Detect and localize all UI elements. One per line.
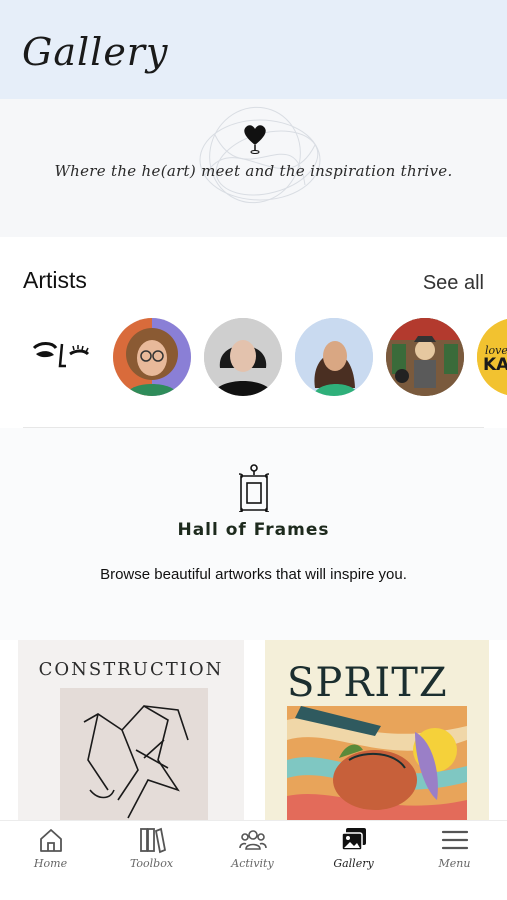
nav-toolbox[interactable]: Toolbox — [101, 821, 202, 900]
nav-menu[interactable]: Menu — [404, 821, 505, 900]
artists-heading: Artists — [23, 267, 87, 293]
nav-label: Home — [33, 857, 68, 870]
heart-icon — [244, 125, 266, 154]
header: Gallery — [0, 0, 507, 99]
nav-home[interactable]: Home — [0, 821, 101, 900]
picture-frame-icon — [238, 464, 270, 512]
person-curly-hair-glasses-icon — [113, 318, 191, 396]
avatar-text-ka: KA — [483, 355, 507, 375]
artist-avatar[interactable] — [113, 318, 191, 396]
see-all-link[interactable]: See all — [423, 272, 484, 295]
hall-of-frames-title: Hall of Frames — [177, 520, 330, 540]
bottom-navigation: Home Toolbox Activity Gallery Menu — [0, 820, 507, 900]
artist-avatar[interactable]: love KA — [477, 318, 507, 396]
person-dark-hair-icon — [204, 318, 282, 396]
artwork-card[interactable]: SPRITZ — [265, 640, 489, 820]
illustrated-character-icon — [386, 318, 464, 396]
nav-label: Gallery — [333, 857, 374, 870]
page-title: Gallery — [22, 30, 169, 74]
nav-activity[interactable]: Activity — [202, 821, 303, 900]
artist-avatar[interactable] — [204, 318, 282, 396]
person-long-hair-green-top-icon — [295, 318, 373, 396]
hall-of-frames-subtitle: Browse beautiful artworks that will insp… — [100, 566, 407, 583]
home-icon — [40, 829, 62, 852]
artwork-card[interactable]: CONSTRUCTION — [18, 640, 244, 820]
artists-carousel[interactable]: love KA — [0, 318, 507, 398]
artwork-title: CONSTRUCTION — [38, 659, 224, 680]
artist-avatar[interactable] — [386, 318, 464, 396]
nav-label: Toolbox — [129, 857, 174, 870]
yellow-logo-icon: love KA — [477, 318, 507, 396]
nav-label: Activity — [231, 857, 274, 870]
nav-gallery[interactable]: Gallery — [303, 821, 404, 900]
gallery-icon — [341, 828, 366, 851]
artist-avatar[interactable] — [22, 318, 100, 396]
artwork-title: SPRITZ — [287, 660, 448, 706]
tagline-text: Where the he(art) meet and the inspirati… — [54, 162, 453, 180]
people-icon — [239, 830, 267, 850]
face-line-art-icon — [32, 342, 90, 368]
tagline-banner: Where the he(art) meet and the inspirati… — [0, 99, 507, 237]
nav-label: Menu — [438, 857, 471, 870]
menu-icon — [441, 830, 469, 850]
toolbox-icon — [140, 827, 167, 854]
hall-of-frames-section: Hall of Frames Browse beautiful artworks… — [0, 428, 507, 640]
artist-avatar[interactable] — [295, 318, 373, 396]
